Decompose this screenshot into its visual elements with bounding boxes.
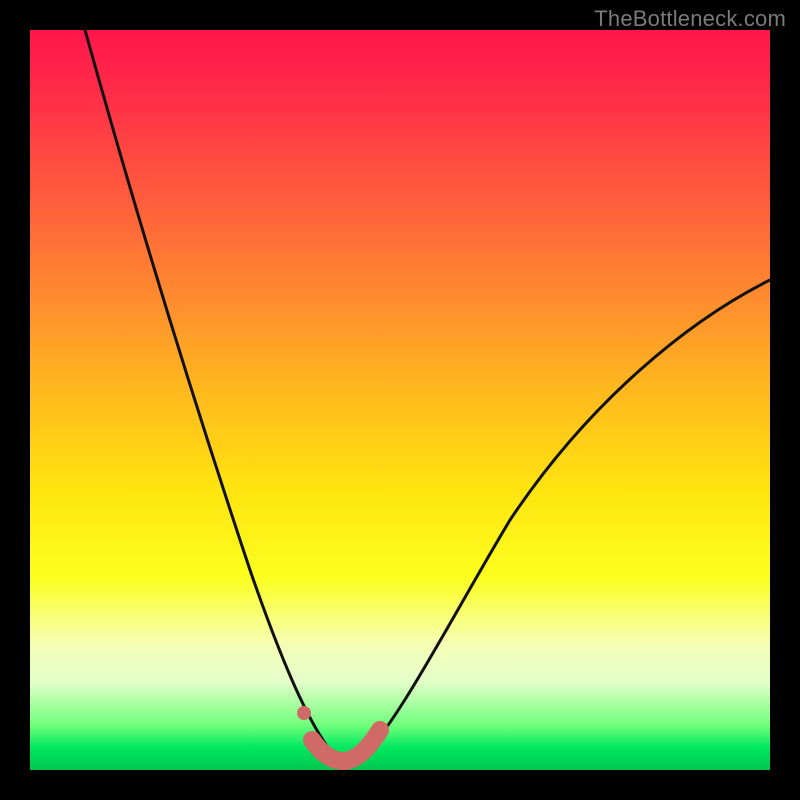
watermark-text: TheBottleneck.com [594, 6, 786, 32]
curve-left [85, 30, 338, 760]
chart-frame [30, 30, 770, 770]
marker-band [312, 730, 380, 761]
curve-right [360, 280, 770, 760]
bottleneck-curve [30, 30, 770, 770]
marker-dot [297, 706, 311, 720]
